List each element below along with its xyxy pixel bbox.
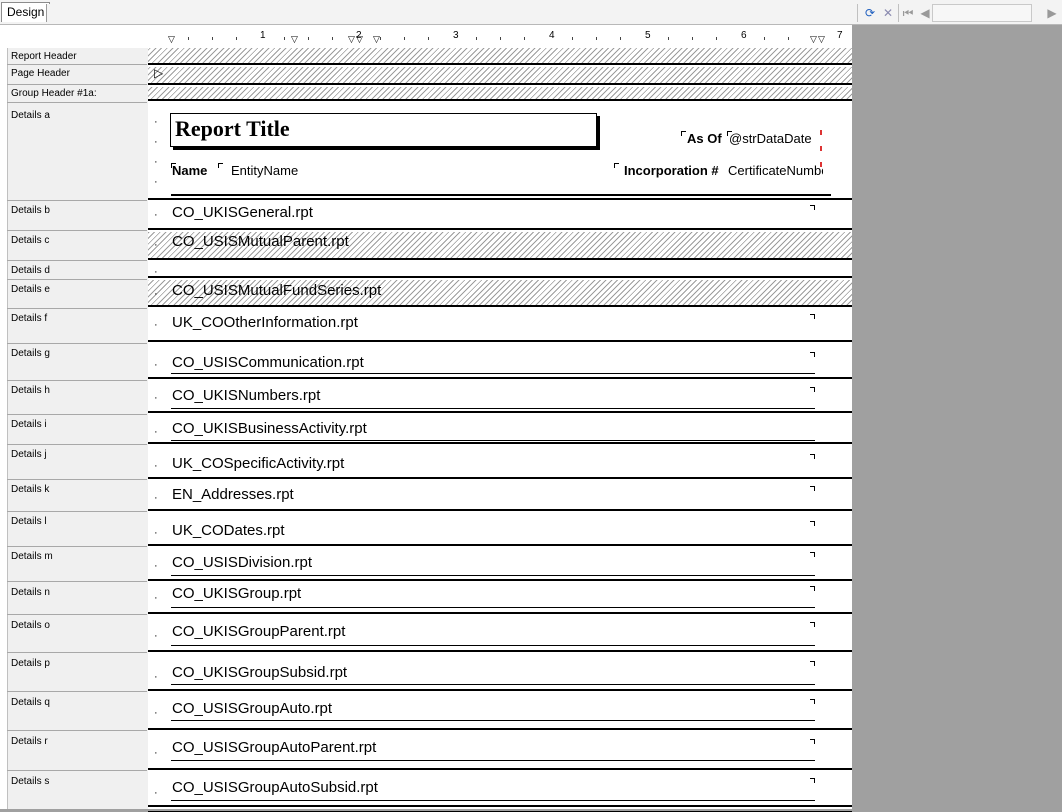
ruler-number: 7 [837, 30, 843, 41]
subreport-field[interactable]: UK_CODates.rpt [172, 522, 285, 539]
subreport-field[interactable]: CO_USISCommunication.rpt [172, 354, 364, 371]
section-label[interactable]: Details o [11, 620, 50, 631]
first-page-icon[interactable]: ⏮ [900, 5, 916, 21]
section-label[interactable]: Details d [11, 265, 50, 276]
next-page-icon[interactable]: ▶ [1044, 5, 1060, 21]
entity-name-field[interactable]: EntityName [231, 163, 298, 178]
designer-toolbar: Design ⟳ ✕ ⏮ ◀ ▶ [0, 0, 1062, 25]
data-date-field[interactable]: @strDataDate [729, 131, 812, 146]
details-d-band[interactable] [148, 262, 852, 276]
ruler-guide-icon[interactable]: ▽ [373, 34, 380, 45]
workarea-background [852, 48, 1062, 809]
subreport-field[interactable]: UK_COOtherInformation.rpt [172, 314, 358, 331]
ruler-number: 1 [260, 30, 266, 41]
subreport-field[interactable]: CO_USISGroupAuto.rpt [172, 700, 332, 717]
subreport-field[interactable]: UK_COSpecificActivity.rpt [172, 455, 344, 472]
section-label[interactable]: Details p [11, 658, 50, 669]
section-label[interactable]: Details m [11, 551, 53, 562]
page-number-input[interactable] [932, 4, 1032, 22]
ruler-number: 4 [549, 30, 555, 41]
section-label[interactable]: Details n [11, 587, 50, 598]
section-label[interactable]: Group Header #1a: [11, 88, 97, 99]
toolbar-separator [898, 4, 899, 22]
section-label[interactable]: Details f [11, 313, 47, 324]
section-label[interactable]: Details h [11, 385, 50, 396]
section-label[interactable]: Details r [11, 736, 48, 747]
subreport-field[interactable]: CO_USISMutualFundSeries.rpt [172, 282, 381, 299]
toolbar-separator [857, 4, 858, 22]
incorporation-label[interactable]: Incorporation # [624, 163, 719, 178]
report-title-box[interactable]: Report Title [170, 113, 597, 147]
refresh-icon[interactable]: ⟳ [862, 5, 878, 21]
certificate-number-field[interactable]: CertificateNumbe [728, 163, 823, 178]
name-label[interactable]: Name [172, 163, 207, 178]
page-header-band[interactable] [148, 67, 852, 83]
cursor-arrow-icon: ▷ [154, 66, 164, 80]
report-title: Report Title [175, 116, 290, 141]
section-label[interactable]: Details k [11, 484, 49, 495]
section-label[interactable]: Details i [11, 419, 47, 430]
ruler-guide-icon[interactable]: ▽ [356, 34, 363, 45]
section-label[interactable]: Details s [11, 776, 49, 787]
subreport-field[interactable]: CO_UKISNumbers.rpt [172, 387, 320, 404]
section-label[interactable]: Page Header [11, 68, 70, 79]
subreport-field[interactable]: CO_UKISGroupSubsid.rpt [172, 664, 347, 681]
as-of-label[interactable]: As Of [687, 131, 722, 146]
section-label[interactable]: Details c [11, 235, 49, 246]
horizontal-ruler: ▽ 1 ▽ 2 ▽ ▽ ▽ 3 4 5 6 ▽ ▽ 7 [148, 28, 852, 48]
section-label[interactable]: Report Header [11, 51, 77, 62]
section-label[interactable]: Details a [11, 110, 50, 121]
previous-page-icon[interactable]: ◀ [917, 5, 933, 21]
section-label[interactable]: Details q [11, 697, 50, 708]
subreport-field[interactable]: CO_UKISGroupParent.rpt [172, 623, 345, 640]
section-label[interactable]: Details l [11, 516, 47, 527]
section-label[interactable]: Details b [11, 205, 50, 216]
ruler-guide-icon[interactable]: ▽ [291, 34, 298, 45]
ruler-guide-icon[interactable]: ▽ [348, 34, 355, 45]
ruler-number: 3 [453, 30, 459, 41]
subreport-field[interactable]: CO_UKISBusinessActivity.rpt [172, 420, 367, 437]
subreport-field[interactable]: CO_USISGroupAutoSubsid.rpt [172, 779, 378, 796]
subreport-field[interactable]: CO_UKISGroup.rpt [172, 585, 301, 602]
subreport-field[interactable]: CO_USISMutualParent.rpt [172, 233, 349, 250]
ruler-number: 5 [645, 30, 651, 41]
report-header-band[interactable] [148, 48, 852, 64]
subreport-field[interactable]: CO_USISGroupAutoParent.rpt [172, 739, 376, 756]
section-label[interactable]: Details g [11, 348, 50, 359]
header-rule [171, 194, 831, 196]
group-header-band[interactable] [148, 87, 852, 99]
stop-icon[interactable]: ✕ [880, 5, 896, 21]
section-label[interactable]: Details j [11, 449, 47, 460]
ruler-guide-icon[interactable]: ▽ [168, 34, 175, 45]
ruler-guide-icon[interactable]: ▽ [818, 34, 825, 45]
ruler-guide-icon[interactable]: ▽ [810, 34, 817, 45]
subreport-field[interactable]: CO_UKISGeneral.rpt [172, 204, 313, 221]
subreport-field[interactable]: CO_USISDivision.rpt [172, 554, 312, 571]
ruler-number: 6 [741, 30, 747, 41]
tab-strip [46, 4, 855, 22]
section-label[interactable]: Details e [11, 284, 50, 295]
tab-design[interactable]: Design [1, 2, 51, 22]
subreport-field[interactable]: EN_Addresses.rpt [172, 486, 294, 503]
